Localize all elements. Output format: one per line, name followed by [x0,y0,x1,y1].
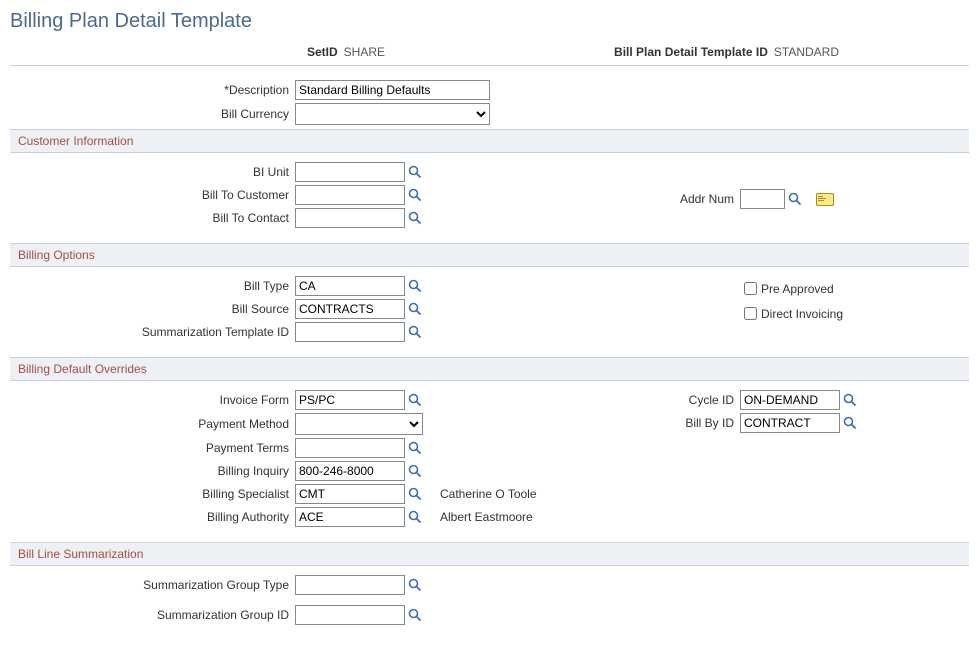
bill-currency-label: Bill Currency [10,107,295,121]
summarization-template-id-label: Summarization Template ID [10,325,295,339]
summarization-group-id-lookup-icon[interactable] [408,608,422,622]
summarization-template-id-lookup-icon[interactable] [408,325,422,339]
address-card-icon[interactable] [816,193,834,206]
invoice-form-input[interactable] [295,390,405,410]
bill-type-label: Bill Type [10,279,295,293]
direct-invoicing-checkbox[interactable] [744,307,757,320]
template-id-label: Bill Plan Detail Template ID [614,45,774,59]
billing-default-overrides-header: Billing Default Overrides [10,357,969,381]
template-id-value: STANDARD [774,45,839,59]
bill-source-label: Bill Source [10,302,295,316]
billing-options-section: Billing Options Bill Type Bill Source Su… [10,243,969,351]
payment-terms-input[interactable] [295,438,405,458]
billing-specialist-label: Billing Specialist [10,487,295,501]
summarization-group-type-label: Summarization Group Type [10,578,295,592]
header-info-row: SetID SHARE Bill Plan Detail Template ID… [10,43,969,66]
payment-method-select[interactable] [295,413,423,435]
bill-type-input[interactable] [295,276,405,296]
description-label: *Description [10,83,295,97]
billing-specialist-name: Catherine O Toole [440,487,537,501]
summarization-group-type-input[interactable] [295,575,405,595]
customer-information-section: Customer Information BI Unit Bill To Cus… [10,129,969,237]
bill-to-customer-input[interactable] [295,185,405,205]
payment-terms-lookup-icon[interactable] [408,441,422,455]
invoice-form-lookup-icon[interactable] [408,393,422,407]
pre-approved-label: Pre Approved [761,282,834,296]
cycle-id-lookup-icon[interactable] [843,393,857,407]
bill-by-id-label: Bill By ID [570,416,740,430]
summarization-template-id-input[interactable] [295,322,405,342]
addr-num-label: Addr Num [570,192,740,206]
bill-to-contact-input[interactable] [295,208,405,228]
billing-specialist-input[interactable] [295,484,405,504]
bill-line-summarization-section: Bill Line Summarization Summarization Gr… [10,542,969,634]
summarization-group-type-lookup-icon[interactable] [408,578,422,592]
bill-currency-select[interactable] [295,103,490,125]
billing-inquiry-input[interactable] [295,461,405,481]
page-title: Billing Plan Detail Template [10,10,969,35]
setid-value: SHARE [344,45,385,59]
billing-inquiry-label: Billing Inquiry [10,464,295,478]
addr-num-input[interactable] [740,189,785,209]
billing-specialist-lookup-icon[interactable] [408,487,422,501]
bill-to-customer-lookup-icon[interactable] [408,188,422,202]
payment-terms-label: Payment Terms [10,441,295,455]
billing-authority-lookup-icon[interactable] [408,510,422,524]
bill-by-id-input[interactable] [740,413,840,433]
setid-label: SetID [307,45,344,59]
billing-authority-name: Albert Eastmoore [440,510,533,524]
customer-information-header: Customer Information [10,129,969,153]
billing-default-overrides-section: Billing Default Overrides Invoice Form P… [10,357,969,536]
invoice-form-label: Invoice Form [10,393,295,407]
bill-by-id-lookup-icon[interactable] [843,416,857,430]
bill-to-contact-label: Bill To Contact [10,211,295,225]
billing-inquiry-lookup-icon[interactable] [408,464,422,478]
summarization-group-id-input[interactable] [295,605,405,625]
bill-type-lookup-icon[interactable] [408,279,422,293]
payment-method-label: Payment Method [10,417,295,431]
pre-approved-checkbox[interactable] [744,282,757,295]
bill-source-input[interactable] [295,299,405,319]
bill-to-customer-label: Bill To Customer [10,188,295,202]
direct-invoicing-label: Direct Invoicing [761,307,843,321]
bill-source-lookup-icon[interactable] [408,302,422,316]
bill-line-summarization-header: Bill Line Summarization [10,542,969,566]
bi-unit-lookup-icon[interactable] [408,165,422,179]
bi-unit-label: BI Unit [10,165,295,179]
billing-authority-label: Billing Authority [10,510,295,524]
summarization-group-id-label: Summarization Group ID [10,608,295,622]
bill-to-contact-lookup-icon[interactable] [408,211,422,225]
cycle-id-label: Cycle ID [570,393,740,407]
description-input[interactable] [295,80,490,100]
addr-num-lookup-icon[interactable] [788,192,802,206]
billing-authority-input[interactable] [295,507,405,527]
billing-options-header: Billing Options [10,243,969,267]
cycle-id-input[interactable] [740,390,840,410]
bi-unit-input[interactable] [295,162,405,182]
